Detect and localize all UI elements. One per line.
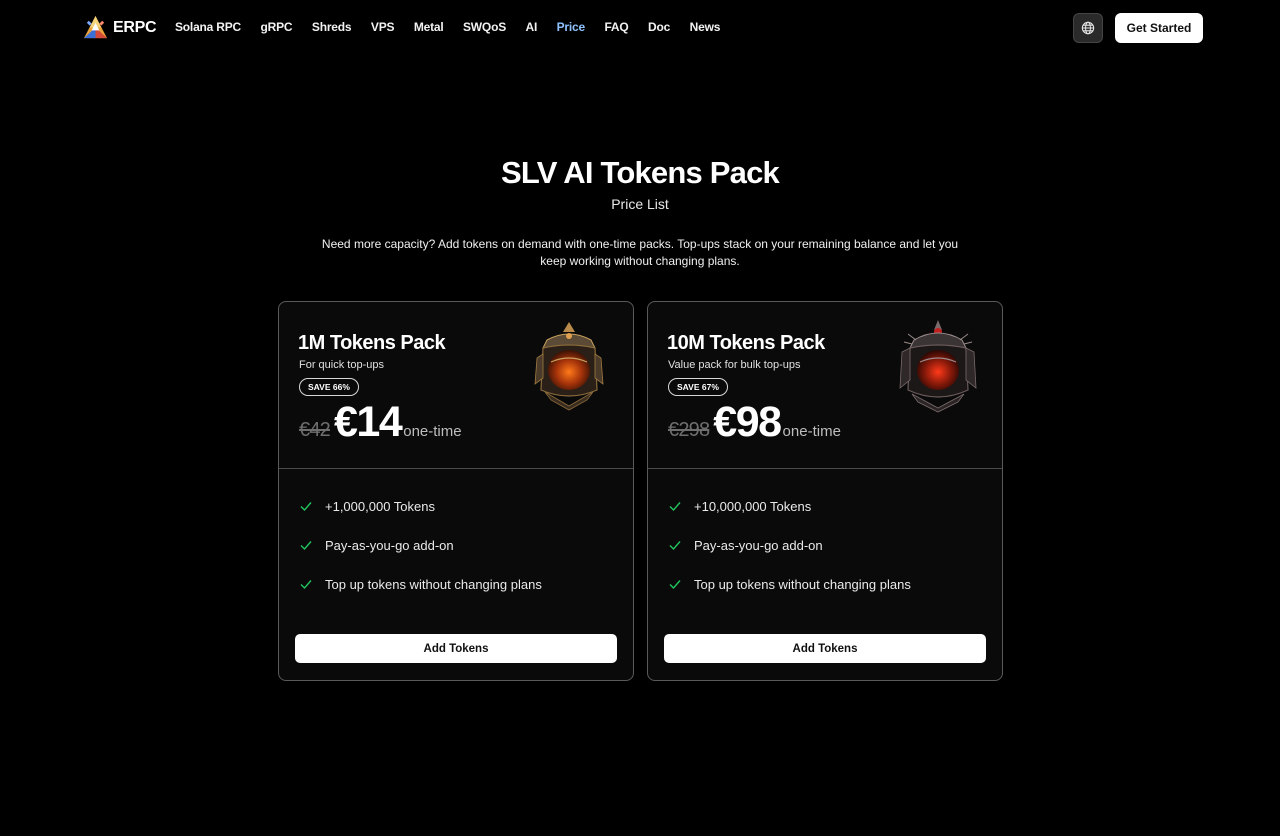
price-period: one-time: [403, 423, 462, 440]
feature-list: +1,000,000 Tokens Pay-as-you-go add-on T…: [299, 496, 542, 613]
check-icon: [300, 580, 312, 590]
nav-solana-rpc[interactable]: Solana RPC: [175, 20, 241, 34]
feature-text: Pay-as-you-go add-on: [694, 537, 823, 553]
nav-ai[interactable]: AI: [526, 20, 538, 34]
feature-item: Pay-as-you-go add-on: [668, 535, 911, 555]
plan-title: 1M Tokens Pack: [298, 332, 446, 354]
brand-name: ERPC: [113, 18, 157, 36]
feature-item: Top up tokens without changing plans: [299, 574, 542, 594]
current-price: €98: [713, 398, 782, 446]
pricing-card-header: 1M Tokens Pack For quick top-ups SAVE 66…: [279, 302, 633, 469]
get-started-button[interactable]: Get Started: [1115, 13, 1203, 43]
nav-swqos[interactable]: SWQoS: [463, 20, 506, 34]
nav-price[interactable]: Price: [557, 20, 586, 34]
original-price: €298: [668, 419, 710, 441]
feature-item: Top up tokens without changing plans: [668, 574, 911, 594]
page-title: SLV AI Tokens Pack: [501, 155, 780, 190]
add-tokens-button[interactable]: Add Tokens: [664, 634, 986, 663]
feature-text: Top up tokens without changing plans: [325, 576, 542, 592]
nav-news[interactable]: News: [690, 20, 721, 34]
feature-item: +1,000,000 Tokens: [299, 496, 542, 516]
feature-item: Pay-as-you-go add-on: [299, 535, 542, 555]
save-badge: SAVE 67%: [668, 378, 728, 396]
check-icon: [300, 541, 312, 551]
price-row: €298 €98 one-time: [668, 398, 841, 447]
feature-list: +10,000,000 Tokens Pay-as-you-go add-on …: [668, 496, 911, 613]
feature-item: +10,000,000 Tokens: [668, 496, 911, 516]
token-jar-icon: [899, 320, 977, 413]
current-price: €14: [333, 398, 403, 446]
plan-subtitle: Value pack for bulk top-ups: [668, 359, 801, 371]
nav-vps[interactable]: VPS: [371, 20, 395, 34]
plan-subtitle: For quick top-ups: [299, 359, 384, 371]
brand-logo-link[interactable]: ERPC: [83, 15, 157, 40]
check-icon: [669, 541, 681, 551]
feature-text: Pay-as-you-go add-on: [325, 537, 454, 553]
main-nav: Solana RPC gRPC Shreds VPS Metal SWQoS A…: [175, 20, 740, 34]
plan-title: 10M Tokens Pack: [667, 332, 825, 354]
check-icon: [300, 502, 312, 512]
original-price: €42: [299, 419, 331, 441]
page-description: Need more capacity? Add tokens on demand…: [321, 237, 959, 268]
check-icon: [669, 580, 681, 590]
page-subtitle: Price List: [611, 196, 669, 212]
price-period: one-time: [782, 423, 841, 440]
nav-metal[interactable]: Metal: [414, 20, 444, 34]
nav-faq[interactable]: FAQ: [604, 20, 628, 34]
feature-text: +10,000,000 Tokens: [694, 498, 812, 514]
erpc-logo-icon: [83, 15, 108, 39]
pricing-card-10m: 10M Tokens Pack Value pack for bulk top-…: [647, 301, 1003, 681]
feature-text: +1,000,000 Tokens: [325, 498, 435, 514]
language-switcher-button[interactable]: [1073, 13, 1103, 43]
price-row: €42 €14 one-time: [299, 398, 462, 447]
nav-doc[interactable]: Doc: [648, 20, 670, 34]
pricing-card-1m: 1M Tokens Pack For quick top-ups SAVE 66…: [278, 301, 634, 681]
globe-icon: [1081, 21, 1095, 35]
nav-grpc[interactable]: gRPC: [261, 20, 293, 34]
pricing-card-header: 10M Tokens Pack Value pack for bulk top-…: [648, 302, 1002, 469]
add-tokens-button[interactable]: Add Tokens: [295, 634, 617, 663]
top-navigation-bar: ERPC Solana RPC gRPC Shreds VPS Metal SW…: [0, 0, 1280, 56]
save-badge: SAVE 66%: [299, 378, 359, 396]
nav-shreds[interactable]: Shreds: [312, 20, 352, 34]
token-jar-icon: [534, 322, 604, 411]
check-icon: [669, 502, 681, 512]
feature-text: Top up tokens without changing plans: [694, 576, 911, 592]
